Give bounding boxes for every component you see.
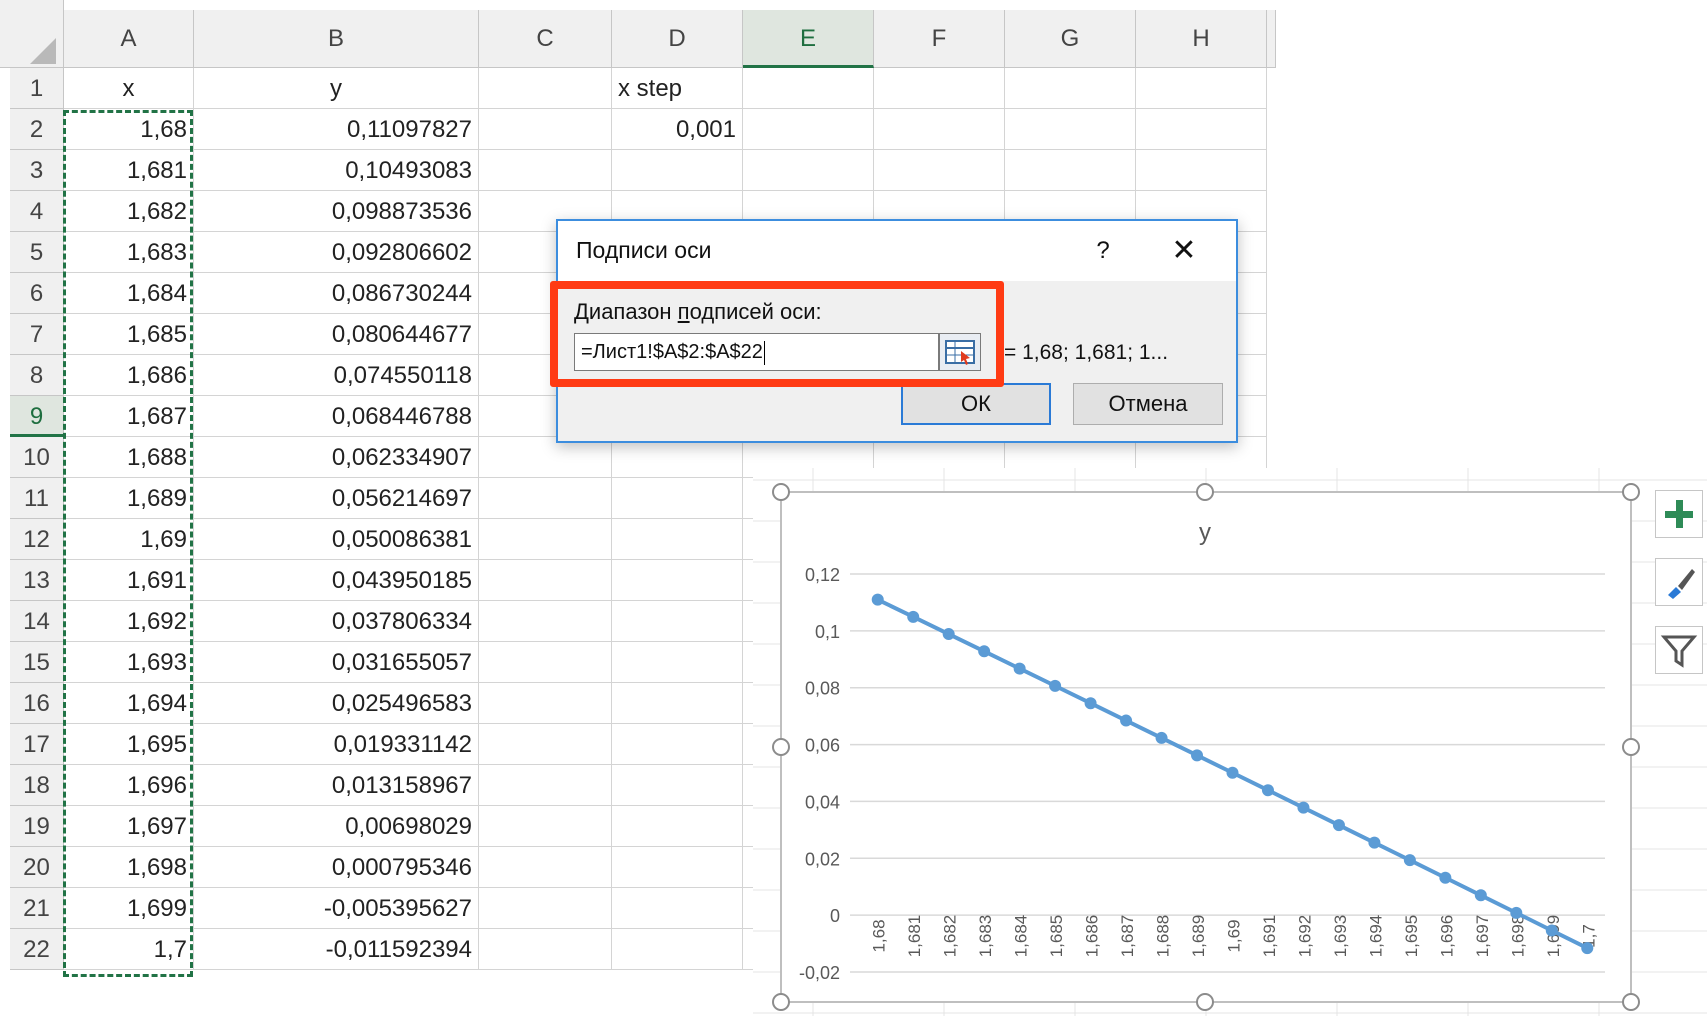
y-tick-label: 0,04 xyxy=(805,792,840,812)
data-point[interactable] xyxy=(1332,819,1345,832)
collapse-dialog-button[interactable] xyxy=(939,333,981,371)
data-point[interactable] xyxy=(1368,836,1381,849)
chart-elements-button[interactable] xyxy=(1655,490,1703,538)
data-point[interactable] xyxy=(1510,906,1523,919)
chart-title[interactable]: y xyxy=(1199,519,1211,546)
x-tick-label: 1,687 xyxy=(1118,915,1137,958)
x-tick-label: 1,69 xyxy=(1225,919,1244,952)
data-point[interactable] xyxy=(1084,697,1097,710)
x-tick-label: 1,688 xyxy=(1154,915,1173,958)
range-label-part: одписей оси: xyxy=(689,299,822,324)
x-tick-label: 1,684 xyxy=(1012,915,1031,958)
data-point[interactable] xyxy=(1049,679,1062,692)
resize-handle[interactable] xyxy=(1622,483,1640,501)
x-tick-label: 1,686 xyxy=(1083,915,1102,958)
close-icon[interactable]: ✕ xyxy=(1154,231,1214,271)
dialog-titlebar[interactable]: Подписи оси ? ✕ xyxy=(558,221,1236,281)
data-point[interactable] xyxy=(1474,889,1487,902)
y-tick-label: 0 xyxy=(830,906,840,926)
data-point[interactable] xyxy=(1191,749,1204,762)
resize-handle[interactable] xyxy=(772,993,790,1011)
range-input-value: =Лист1!$A$2:$A$22 xyxy=(581,341,763,363)
data-point[interactable] xyxy=(1013,662,1026,675)
line-chart[interactable]: y 0,12 0,1 0,08 0,06 0,04 0,02 0 -0,02 1,68 1,68… xyxy=(0,0,1707,1016)
data-point[interactable] xyxy=(1120,714,1133,727)
x-tick-label: 1,68 xyxy=(870,919,889,952)
range-label-accesskey: п xyxy=(677,299,690,324)
x-tick-label: 1,685 xyxy=(1047,915,1066,958)
x-tick-label: 1,693 xyxy=(1331,915,1350,958)
range-label: Диапазон подписей оси: xyxy=(574,299,822,325)
data-point[interactable] xyxy=(1439,871,1452,884)
text-caret xyxy=(763,340,765,365)
resize-handle[interactable] xyxy=(1196,483,1214,501)
brush-icon xyxy=(1668,569,1695,599)
resize-handle[interactable] xyxy=(772,738,790,756)
x-tick-label: 1,683 xyxy=(976,915,995,958)
resize-handle[interactable] xyxy=(772,483,790,501)
x-tick-label: 1,689 xyxy=(1189,915,1208,958)
x-tick-label: 1,682 xyxy=(941,915,960,958)
range-select-icon xyxy=(945,340,975,365)
data-point[interactable] xyxy=(1155,731,1168,744)
data-point[interactable] xyxy=(1261,784,1274,797)
range-label-part: Диапазон xyxy=(574,299,678,324)
plus-icon xyxy=(1665,500,1693,528)
y-tick-label: 0,1 xyxy=(815,622,840,642)
x-tick-label: 1,695 xyxy=(1402,915,1421,958)
data-point[interactable] xyxy=(1545,924,1558,937)
x-tick-label: 1,694 xyxy=(1366,915,1385,958)
resize-handle[interactable] xyxy=(1622,993,1640,1011)
dialog-title: Подписи оси xyxy=(576,237,712,263)
data-point[interactable] xyxy=(907,610,920,623)
x-tick-label: 1,692 xyxy=(1295,915,1314,958)
y-tick-label: 0,02 xyxy=(805,849,840,869)
y-tick-label: -0,02 xyxy=(799,963,840,983)
x-tick-label: 1,696 xyxy=(1437,915,1456,958)
x-tick-label: 1,697 xyxy=(1473,915,1492,958)
chart-styles-button[interactable] xyxy=(1655,558,1703,606)
axis-labels-dialog[interactable]: Подписи оси ? ✕ Диапазон подписей оси: =… xyxy=(556,219,1238,443)
range-preview: = 1,68; 1,681; 1... xyxy=(1004,341,1169,364)
x-tick-label: 1,681 xyxy=(905,915,924,958)
data-point[interactable] xyxy=(1581,942,1594,955)
help-button[interactable]: ? xyxy=(1078,231,1128,271)
x-tick-label: 1,698 xyxy=(1508,915,1527,958)
data-point[interactable] xyxy=(978,645,991,658)
data-point[interactable] xyxy=(1403,854,1416,867)
cancel-button[interactable]: Отмена xyxy=(1073,383,1223,425)
y-tick-label: 0,12 xyxy=(805,565,840,585)
axis-range-input[interactable]: =Лист1!$A$2:$A$22 xyxy=(574,333,939,371)
data-point[interactable] xyxy=(1297,801,1310,814)
data-point[interactable] xyxy=(942,628,955,641)
chart-filters-button[interactable] xyxy=(1655,626,1703,674)
ok-button[interactable]: ОК xyxy=(901,383,1051,425)
data-point[interactable] xyxy=(871,593,884,606)
funnel-icon xyxy=(1660,635,1698,668)
resize-handle[interactable] xyxy=(1196,993,1214,1011)
data-point[interactable] xyxy=(1226,766,1239,779)
x-tick-label: 1,691 xyxy=(1260,915,1279,958)
resize-handle[interactable] xyxy=(1622,738,1640,756)
y-tick-label: 0,08 xyxy=(805,679,840,699)
y-tick-label: 0,06 xyxy=(805,736,840,756)
